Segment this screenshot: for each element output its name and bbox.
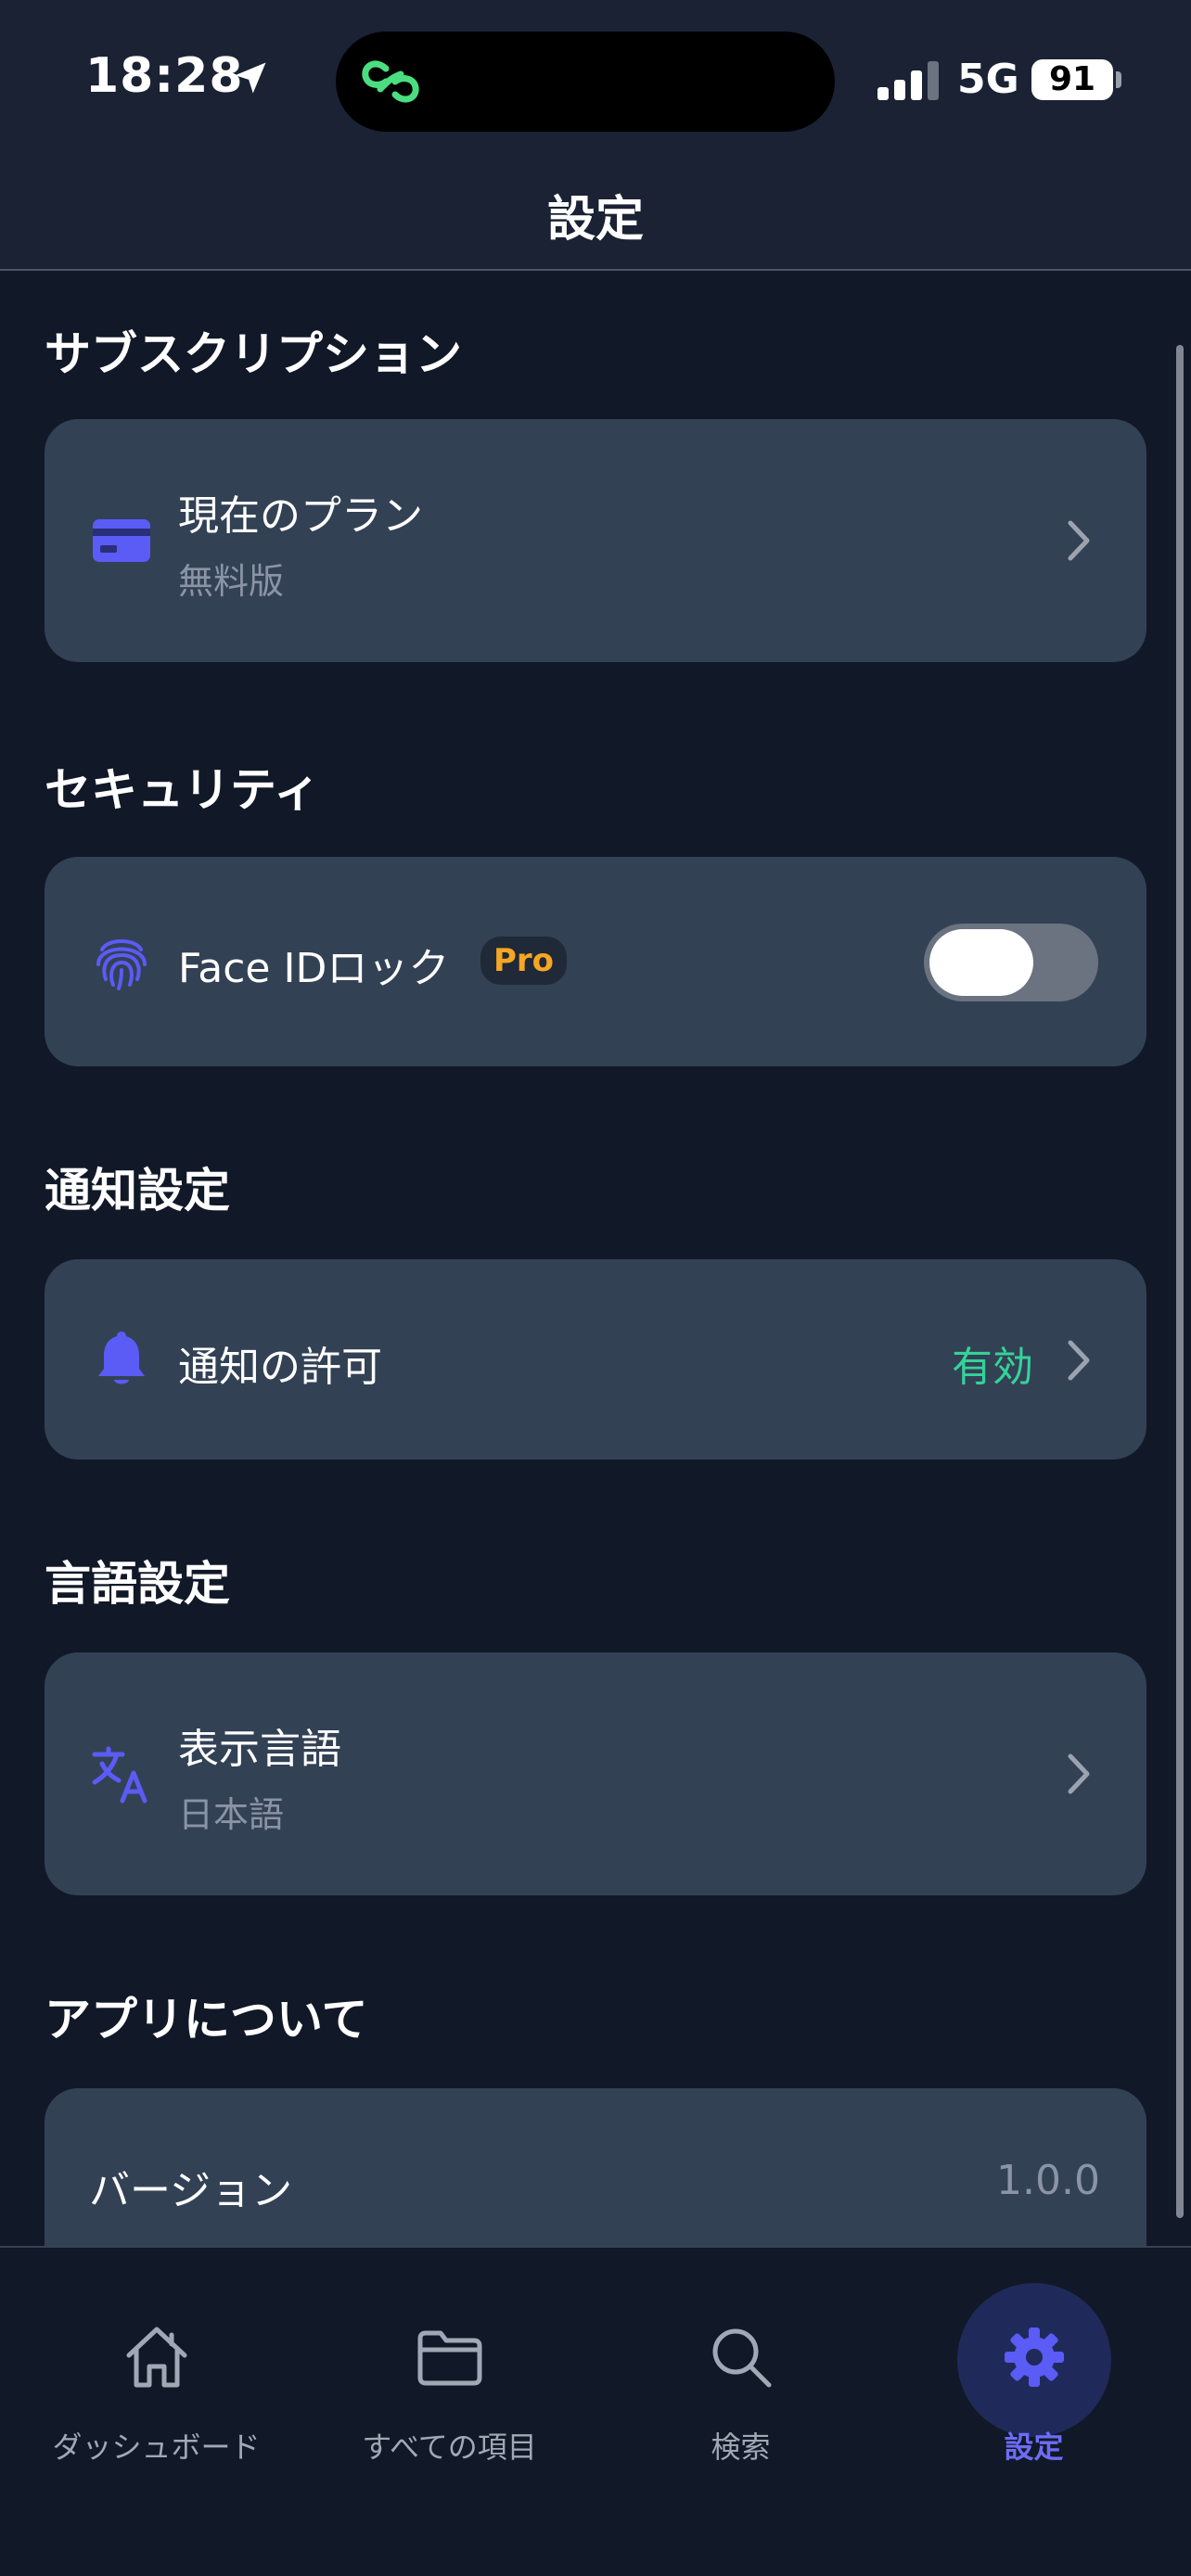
status-bar: 18:28 5G 91 (0, 0, 1191, 148)
tab-all-items[interactable]: すべての項目 (301, 2248, 598, 2489)
tab-settings[interactable]: 設定 (885, 2248, 1183, 2489)
section-title-language: 言語設定 (45, 1557, 230, 1611)
fingerprint-icon (96, 939, 147, 990)
location-arrow-icon (235, 62, 266, 94)
dynamic-island (336, 32, 835, 132)
chevron-right-icon (1068, 520, 1090, 561)
display-language-label: 表示言語 (178, 1726, 341, 1773)
battery-icon: 91 (1031, 59, 1113, 100)
tab-dashboard[interactable]: ダッシュボード (7, 2248, 305, 2489)
tab-label-search: 検索 (711, 2429, 771, 2465)
notification-status: 有効 (952, 1344, 1033, 1391)
scrollbar[interactable] (1176, 345, 1184, 2218)
section-title-about: アプリについて (45, 1993, 368, 2047)
version-value: 1.0.0 (996, 2157, 1100, 2204)
settings-screen: 18:28 5G 91 設定 サブスクリプション 現在のプラン 無料版 セキュリ… (0, 0, 1191, 2576)
notification-permission-label: 通知の許可 (178, 1344, 382, 1391)
battery-tip (1116, 71, 1121, 88)
tab-label-all-items: すべての項目 (362, 2429, 537, 2465)
face-id-lock-row: Face IDロック Pro (45, 857, 1146, 1066)
section-title-subscription: サブスクリプション (45, 327, 462, 381)
bell-icon (98, 1332, 145, 1384)
cellular-signal-icon (877, 61, 939, 100)
home-icon (126, 2327, 186, 2388)
folder-icon (417, 2330, 481, 2386)
face-id-lock-toggle[interactable] (924, 924, 1098, 1001)
face-id-lock-label: Face IDロック (178, 945, 450, 992)
version-label: バージョン (89, 2167, 293, 2214)
version-row: バージョン 1.0.0 (45, 2088, 1146, 2246)
search-icon (712, 2328, 771, 2388)
tab-search[interactable]: 検索 (592, 2248, 890, 2489)
display-language-row[interactable]: 表示言語 日本語 (45, 1652, 1146, 1895)
current-plan-row[interactable]: 現在のプラン 無料版 (45, 419, 1146, 662)
toggle-knob (929, 929, 1033, 996)
tab-label-settings: 設定 (1004, 2429, 1064, 2465)
status-time: 18:28 (85, 48, 244, 104)
translate-icon (92, 1746, 147, 1804)
section-title-notifications: 通知設定 (45, 1164, 230, 1218)
chevron-right-icon (1068, 1753, 1090, 1794)
section-title-security: セキュリティ (45, 763, 320, 817)
pro-badge: Pro (480, 937, 568, 985)
gear-icon (1004, 2327, 1064, 2387)
current-plan-label: 現在のプラン (178, 492, 423, 540)
link-activity-icon (362, 60, 419, 103)
credit-card-icon (93, 519, 150, 562)
notification-permission-row[interactable]: 通知の許可 有効 (45, 1259, 1146, 1460)
network-type: 5G (957, 56, 1019, 103)
chevron-right-icon (1068, 1340, 1090, 1381)
nav-header: 設定 (0, 148, 1191, 271)
tab-bar: ダッシュボード すべての項目 検索 設定 (0, 2246, 1191, 2576)
display-language-value: 日本語 (178, 1794, 285, 1835)
tab-label-dashboard: ダッシュボード (52, 2429, 261, 2465)
page-title: 設定 (546, 192, 644, 248)
settings-list[interactable]: サブスクリプション 現在のプラン 無料版 セキュリティ Face IDロック P… (0, 273, 1191, 2246)
current-plan-value: 無料版 (178, 561, 285, 602)
